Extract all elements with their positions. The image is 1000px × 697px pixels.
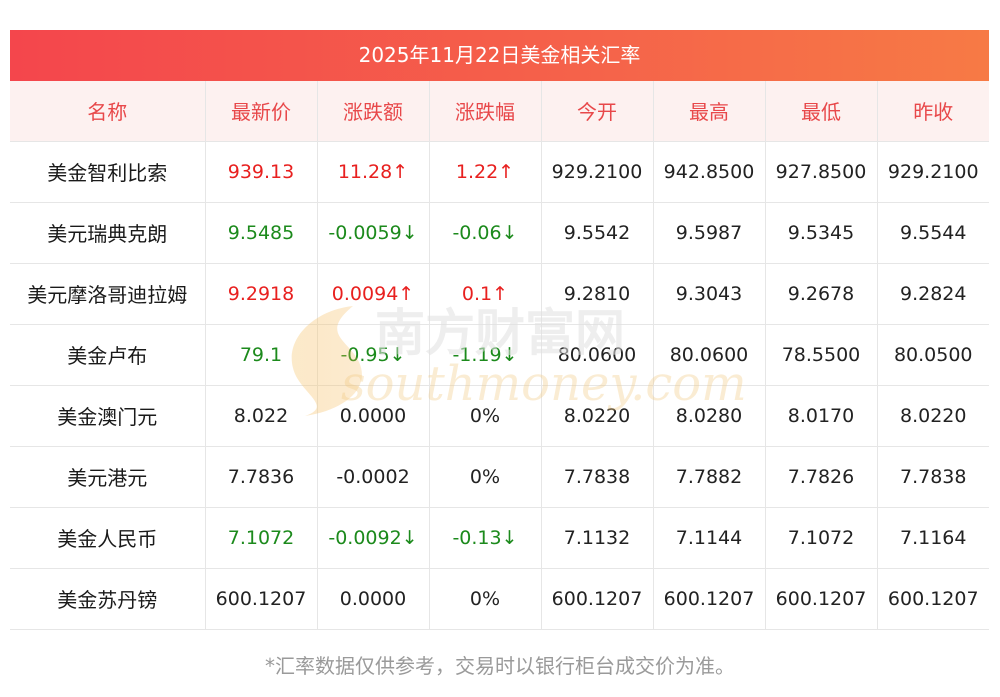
change-percent: -0.13↓ bbox=[429, 507, 542, 569]
latest-price: 7.7836 bbox=[205, 446, 318, 508]
rate-name: 美元港元 bbox=[10, 446, 206, 508]
header-row: 名称 最新价 涨跌额 涨跌幅 今开 最高 最低 昨收 bbox=[10, 81, 989, 142]
table-title: 2025年11月22日美金相关汇率 bbox=[10, 30, 989, 81]
change-amount: 0.0094↑ bbox=[317, 263, 430, 325]
change-percent: 0.1↑ bbox=[429, 263, 542, 325]
change-percent: 0% bbox=[429, 568, 542, 630]
change-amount: 0.0000 bbox=[317, 385, 430, 447]
table-row[interactable]: 美金澳门元 8.022 0.0000 0% 8.0220 8.0280 8.0170 8.02… bbox=[10, 385, 989, 447]
prev-close: 7.7838 bbox=[877, 446, 989, 508]
rate-name: 美金人民币 bbox=[10, 507, 206, 569]
low-price: 78.5500 bbox=[765, 324, 878, 386]
prev-close: 8.0220 bbox=[877, 385, 989, 447]
change-percent: 0% bbox=[429, 385, 542, 447]
change-amount: -0.0092↓ bbox=[317, 507, 430, 569]
header-open: 今开 bbox=[541, 81, 654, 142]
table-row[interactable]: 美金苏丹镑 600.1207 0.0000 0% 600.1207 600.1207 600… bbox=[10, 568, 989, 630]
rate-name: 美金澳门元 bbox=[10, 385, 206, 447]
open-price: 7.1132 bbox=[541, 507, 654, 569]
low-price: 7.7826 bbox=[765, 446, 878, 508]
header-low: 最低 bbox=[765, 81, 878, 142]
low-price: 8.0170 bbox=[765, 385, 878, 447]
low-price: 9.5345 bbox=[765, 202, 878, 264]
latest-price: 9.5485 bbox=[205, 202, 318, 264]
prev-close: 80.0500 bbox=[877, 324, 989, 386]
table-row[interactable]: 美元瑞典克朗 9.5485 -0.0059↓ -0.06↓ 9.5542 9.5987 9.… bbox=[10, 202, 989, 264]
high-price: 80.0600 bbox=[653, 324, 766, 386]
low-price: 927.8500 bbox=[765, 141, 878, 203]
latest-price: 79.1 bbox=[205, 324, 318, 386]
high-price: 7.1144 bbox=[653, 507, 766, 569]
change-percent: -1.19↓ bbox=[429, 324, 542, 386]
high-price: 942.8500 bbox=[653, 141, 766, 203]
rate-name: 美元瑞典克朗 bbox=[10, 202, 206, 264]
header-change: 涨跌额 bbox=[317, 81, 430, 142]
open-price: 9.5542 bbox=[541, 202, 654, 264]
prev-close: 929.2100 bbox=[877, 141, 989, 203]
table-row[interactable]: 美元港元 7.7836 -0.0002 0% 7.7838 7.7882 7.7826 7.7… bbox=[10, 446, 989, 508]
low-price: 9.2678 bbox=[765, 263, 878, 325]
rates-panel: 2025年11月22日美金相关汇率 名称 最新价 涨跌额 涨跌幅 今开 最高 最… bbox=[10, 30, 989, 630]
header-name: 名称 bbox=[10, 81, 206, 142]
prev-close: 9.5544 bbox=[877, 202, 989, 264]
table-row[interactable]: 美金卢布 79.1 -0.95↓ -1.19↓ 80.0600 80.0600 78.550… bbox=[10, 324, 989, 386]
high-price: 8.0280 bbox=[653, 385, 766, 447]
latest-price: 600.1207 bbox=[205, 568, 318, 630]
latest-price: 7.1072 bbox=[205, 507, 318, 569]
header-change-pct: 涨跌幅 bbox=[429, 81, 542, 142]
high-price: 9.3043 bbox=[653, 263, 766, 325]
change-amount: -0.0002 bbox=[317, 446, 430, 508]
rate-name: 美元摩洛哥迪拉姆 bbox=[10, 263, 206, 325]
open-price: 9.2810 bbox=[541, 263, 654, 325]
prev-close: 7.1164 bbox=[877, 507, 989, 569]
table-row[interactable]: 美金智利比索 939.13 11.28↑ 1.22↑ 929.2100 942.8500 9… bbox=[10, 141, 989, 203]
high-price: 600.1207 bbox=[653, 568, 766, 630]
table-row[interactable]: 美元摩洛哥迪拉姆 9.2918 0.0094↑ 0.1↑ 9.2810 9.3043 9.2… bbox=[10, 263, 989, 325]
exchange-rate-table: 名称 最新价 涨跌额 涨跌幅 今开 最高 最低 昨收 美金智利比索 939.13 1… bbox=[10, 81, 989, 630]
header-latest: 最新价 bbox=[205, 81, 318, 142]
low-price: 600.1207 bbox=[765, 568, 878, 630]
open-price: 929.2100 bbox=[541, 141, 654, 203]
high-price: 7.7882 bbox=[653, 446, 766, 508]
high-price: 9.5987 bbox=[653, 202, 766, 264]
latest-price: 939.13 bbox=[205, 141, 318, 203]
rate-name: 美金卢布 bbox=[10, 324, 206, 386]
open-price: 80.0600 bbox=[541, 324, 654, 386]
prev-close: 600.1207 bbox=[877, 568, 989, 630]
change-amount: -0.0059↓ bbox=[317, 202, 430, 264]
open-price: 600.1207 bbox=[541, 568, 654, 630]
header-prev-close: 昨收 bbox=[877, 81, 989, 142]
latest-price: 9.2918 bbox=[205, 263, 318, 325]
rate-name: 美金苏丹镑 bbox=[10, 568, 206, 630]
change-percent: 0% bbox=[429, 446, 542, 508]
table-row[interactable]: 美金人民币 7.1072 -0.0092↓ -0.13↓ 7.1132 7.1144 7.1… bbox=[10, 507, 989, 569]
latest-price: 8.022 bbox=[205, 385, 318, 447]
change-amount: 11.28↑ bbox=[317, 141, 430, 203]
change-percent: -0.06↓ bbox=[429, 202, 542, 264]
open-price: 7.7838 bbox=[541, 446, 654, 508]
low-price: 7.1072 bbox=[765, 507, 878, 569]
header-high: 最高 bbox=[653, 81, 766, 142]
footnote: *汇率数据仅供参考，交易时以银行柜台成交价为准。 bbox=[265, 654, 735, 678]
prev-close: 9.2824 bbox=[877, 263, 989, 325]
change-amount: -0.95↓ bbox=[317, 324, 430, 386]
change-amount: 0.0000 bbox=[317, 568, 430, 630]
rate-name: 美金智利比索 bbox=[10, 141, 206, 203]
change-percent: 1.22↑ bbox=[429, 141, 542, 203]
open-price: 8.0220 bbox=[541, 385, 654, 447]
